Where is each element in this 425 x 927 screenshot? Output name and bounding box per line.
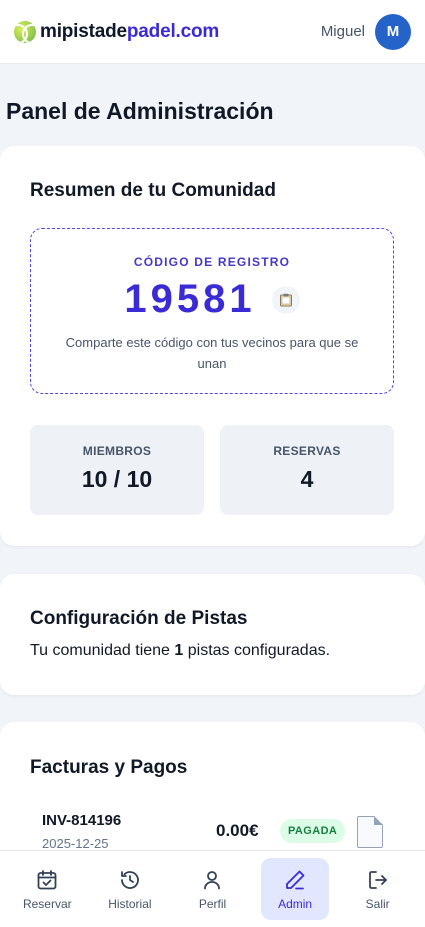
registration-code-row: 19581 <box>31 277 393 322</box>
community-summary-title: Resumen de tu Comunidad <box>30 180 276 201</box>
copy-code-button[interactable] <box>271 285 300 314</box>
history-icon <box>120 870 139 889</box>
members-label: MIEMBROS <box>82 444 152 458</box>
bookings-label: RESERVAS <box>273 444 341 458</box>
pencil-icon <box>286 870 305 889</box>
calendar-check-icon <box>37 869 57 889</box>
bottom-nav: Reservar Historial Perfil Admin Salir <box>0 850 425 927</box>
padel-ball-icon <box>14 20 36 43</box>
community-summary-card: Resumen de tu Comunidad CÓDIGO DE REGIST… <box>0 146 425 546</box>
brand-name: mipistadepadel.com <box>40 20 220 42</box>
invoice-date: 2025-12-25 <box>42 836 109 851</box>
registration-code-description: Comparte este código con tus vecinos par… <box>65 335 359 371</box>
bookings-value: 4 <box>300 466 314 492</box>
courts-count: 1 <box>174 642 184 659</box>
nav-item-salir[interactable]: Salir <box>344 858 412 920</box>
page-title: Panel de Administración <box>6 98 274 124</box>
user-icon <box>204 870 221 889</box>
user-name: Miguel <box>320 23 365 40</box>
avatar[interactable]: M <box>375 13 411 50</box>
courts-text-before: Tu comunidad tiene <box>30 642 175 659</box>
invoice-amount: 0.00€ <box>216 821 259 840</box>
registration-code-value: 19581 <box>124 277 256 321</box>
nav-item-admin[interactable]: Admin <box>261 858 330 920</box>
invoice-id: INV-814196 <box>42 812 122 829</box>
members-value: 10 / 10 <box>81 466 153 492</box>
invoice-download-button[interactable] <box>357 816 383 848</box>
registration-code-label: CÓDIGO DE REGISTRO <box>133 255 291 269</box>
registration-code-box: CÓDIGO DE REGISTRO 19581 Comparte este c… <box>30 228 394 394</box>
nav-item-perfil[interactable]: Perfil <box>178 858 246 920</box>
nav-item-historial[interactable]: Historial <box>96 858 164 920</box>
clipboard-icon <box>279 293 292 306</box>
nav-item-reservar[interactable]: Reservar <box>13 858 81 920</box>
brand-logo[interactable]: mipistadepadel.com <box>14 20 220 43</box>
courts-config-card: Configuración de Pistas Tu comunidad tie… <box>0 574 425 695</box>
nav-label-perfil: Perfil <box>198 896 227 911</box>
nav-label-reservar: Reservar <box>22 896 72 911</box>
bookings-stat: RESERVAS 4 <box>220 425 394 515</box>
invoices-title: Facturas y Pagos <box>30 757 188 778</box>
logout-icon <box>368 870 387 889</box>
user-menu[interactable]: Miguel M <box>320 13 411 50</box>
members-stat: MIEMBROS 10 / 10 <box>30 425 204 515</box>
courts-config-title: Configuración de Pistas <box>30 608 248 629</box>
courts-config-text: Tu comunidad tiene 1 pistas configuradas… <box>30 642 330 660</box>
top-bar: mipistadepadel.com Miguel M <box>0 0 425 64</box>
nav-label-historial: Historial <box>108 896 152 911</box>
nav-label-salir: Salir <box>365 896 390 911</box>
status-badge: PAGADA <box>280 819 346 843</box>
nav-label-admin: Admin <box>278 896 313 911</box>
courts-text-after: pistas configuradas. <box>183 642 331 659</box>
